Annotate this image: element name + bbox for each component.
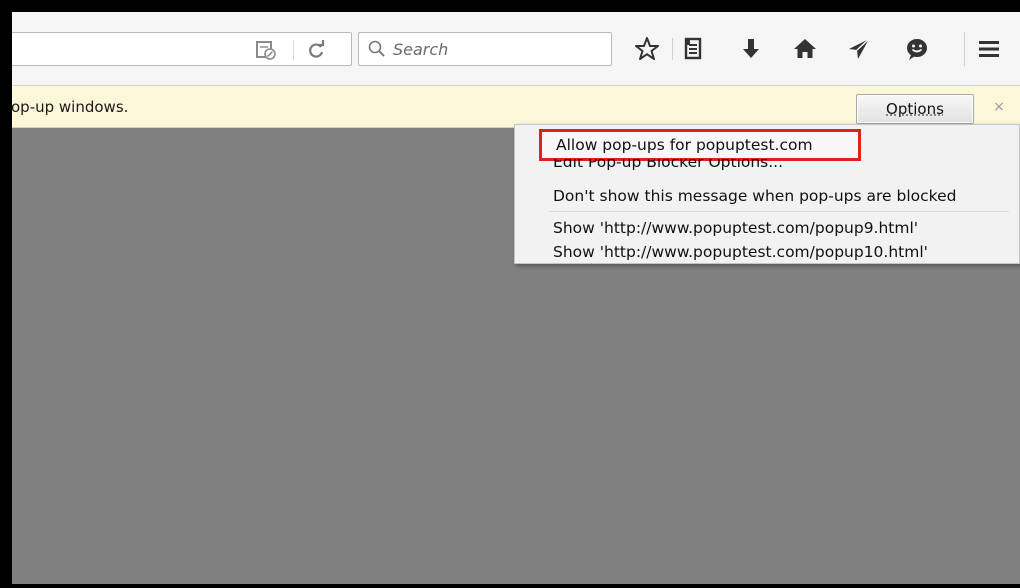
reader-view-icon[interactable] bbox=[255, 40, 277, 64]
bookmarks-list-icon[interactable] bbox=[678, 34, 708, 64]
close-icon[interactable]: × bbox=[990, 98, 1008, 116]
url-bar[interactable] bbox=[12, 32, 352, 66]
menu-item-edit-popup-blocker-options[interactable]: Edit Pop-up Blocker Options... bbox=[553, 159, 1013, 173]
chat-smiley-icon[interactable] bbox=[902, 34, 932, 64]
menu-item-show-popup10[interactable]: Show 'http://www.popuptest.com/popup10.h… bbox=[553, 240, 1013, 264]
reload-icon[interactable] bbox=[305, 39, 327, 65]
browser-window: op-up windows. Options × Allow pop-ups f… bbox=[12, 12, 1020, 584]
menu-item-dont-show-message[interactable]: Don't show this message when pop-ups are… bbox=[553, 184, 1013, 208]
options-button-label: Options bbox=[886, 100, 944, 118]
toolbar-divider bbox=[964, 32, 965, 66]
hamburger-menu-icon[interactable] bbox=[974, 34, 1004, 64]
search-input[interactable] bbox=[393, 37, 603, 61]
navigation-toolbar bbox=[12, 12, 1020, 86]
search-icon bbox=[367, 39, 387, 63]
menu-item-allow-popups[interactable]: Allow pop-ups for popuptest.com bbox=[539, 129, 861, 161]
menu-item-show-popup9[interactable]: Show 'http://www.popuptest.com/popup9.ht… bbox=[553, 216, 1013, 240]
bookmark-star-icon[interactable] bbox=[632, 34, 662, 64]
options-button[interactable]: Options bbox=[856, 94, 974, 124]
notification-message: op-up windows. bbox=[12, 98, 129, 116]
download-arrow-icon[interactable] bbox=[736, 34, 766, 64]
send-icon[interactable] bbox=[844, 34, 874, 64]
popup-options-menu: Allow pop-ups for popuptest.com Edit Pop… bbox=[514, 124, 1020, 264]
search-bar[interactable] bbox=[358, 32, 612, 66]
url-bar-divider bbox=[293, 40, 294, 60]
popup-blocked-notification-bar: op-up windows. Options × bbox=[12, 86, 1020, 128]
home-icon[interactable] bbox=[790, 34, 820, 64]
toolbar-divider bbox=[672, 38, 673, 60]
menu-separator bbox=[549, 211, 1009, 212]
